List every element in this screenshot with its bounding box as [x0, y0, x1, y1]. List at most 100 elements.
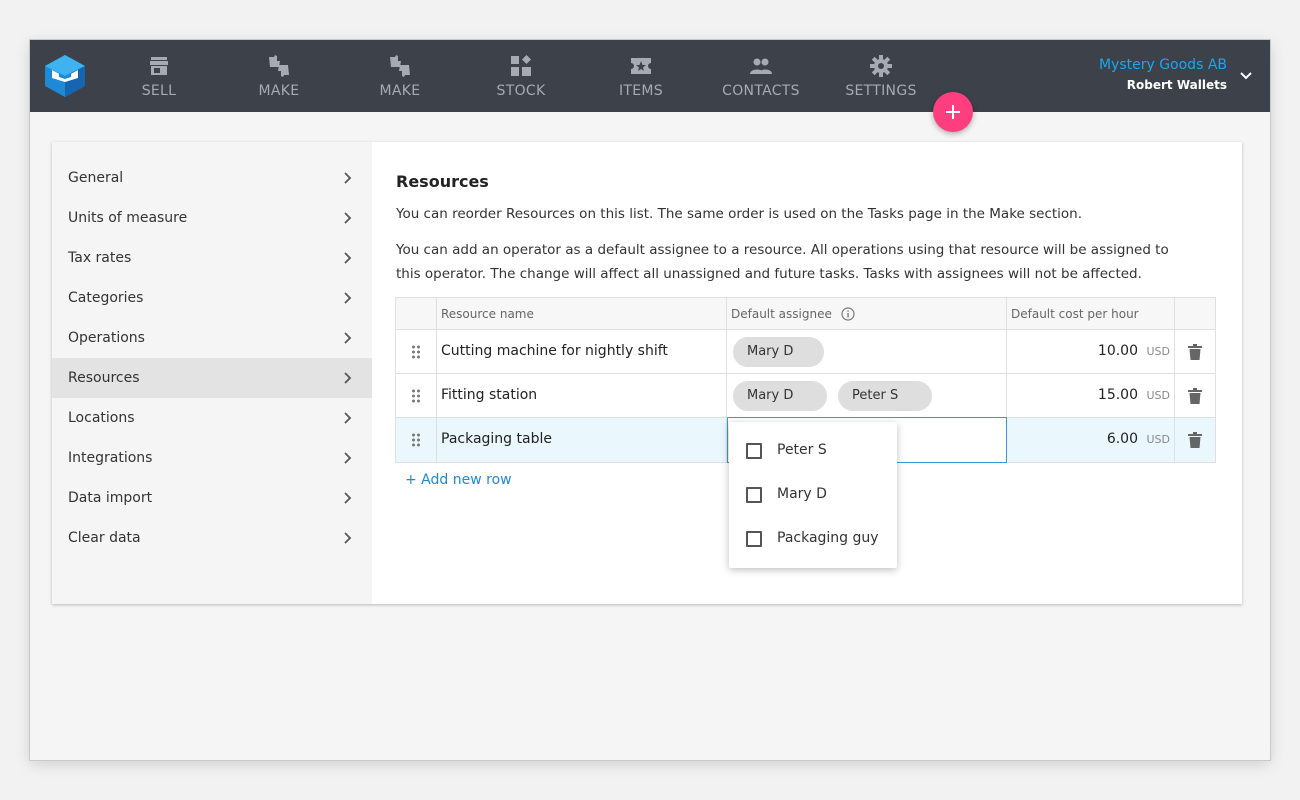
nav-items[interactable]: ITEMS [591, 40, 691, 112]
header-delete-cell [1175, 298, 1215, 329]
chevron-right-icon [344, 292, 352, 304]
app-window: SELL MAKE MAKE STOCK ITEMS CONTACTS SETT… [30, 40, 1270, 760]
chevron-down-icon[interactable] [1238, 68, 1254, 84]
assignee-cell[interactable]: Mary D Peter S [727, 374, 1007, 417]
checkbox[interactable] [746, 443, 762, 459]
resource-name-cell[interactable]: Fitting station [437, 374, 727, 417]
company-name[interactable]: Mystery Goods AB [1099, 57, 1227, 73]
cost-cell[interactable]: 15.00 USD [1007, 374, 1175, 417]
nav-label-make-2: MAKE [379, 83, 421, 99]
sidebar-item-label: Locations [68, 410, 135, 426]
people-icon [750, 58, 772, 74]
assignee-chip[interactable]: Mary D [733, 337, 824, 367]
nav-make-2[interactable]: MAKE [350, 40, 450, 112]
drag-handle-icon[interactable] [411, 345, 421, 359]
nav-label-stock: STOCK [496, 83, 546, 99]
cost-value: 15.00 [1097, 387, 1138, 403]
sidebar-item-tax-rates[interactable]: Tax rates [52, 238, 372, 278]
app-logo-icon[interactable] [45, 55, 85, 97]
cost-cell[interactable]: 10.00 USD [1007, 330, 1175, 373]
resource-name: Cutting machine for nightly shift [441, 343, 668, 359]
dropdown-option-packaging-guy[interactable]: Packaging guy [729, 517, 897, 561]
option-label: Mary D [777, 486, 827, 502]
resource-name: Packaging table [441, 431, 552, 447]
drag-handle-cell[interactable] [396, 418, 437, 462]
drag-handle-icon[interactable] [411, 433, 421, 447]
shop-icon [150, 57, 168, 75]
sidebar-item-label: General [68, 170, 124, 186]
trash-icon[interactable] [1188, 344, 1202, 360]
nav-label-items: ITEMS [619, 83, 663, 99]
currency-label: USD [1146, 389, 1170, 402]
trash-icon[interactable] [1188, 388, 1202, 404]
sidebar-item-label: Units of measure [68, 210, 188, 226]
trash-icon[interactable] [1188, 432, 1202, 448]
drag-handle-cell[interactable] [396, 374, 437, 417]
settings-card: General Units of measure Tax rates Categ… [52, 142, 1242, 604]
nav-stock[interactable]: STOCK [471, 40, 571, 112]
blocks-icon [511, 55, 531, 76]
delete-cell [1175, 330, 1215, 373]
header-default-assignee[interactable]: Default assignee [727, 298, 1007, 329]
chevron-right-icon [344, 212, 352, 224]
add-fab-button[interactable] [933, 92, 973, 132]
nav-contacts[interactable]: CONTACTS [711, 40, 811, 112]
sidebar-item-clear-data[interactable]: Clear data [52, 518, 372, 558]
info-icon[interactable] [841, 306, 855, 321]
sidebar-item-resources[interactable]: Resources [52, 358, 372, 398]
assignee-dropdown: Peter S Mary D Packaging guy [729, 422, 897, 568]
chevron-right-icon [344, 412, 352, 424]
sidebar-item-integrations[interactable]: Integrations [52, 438, 372, 478]
resource-name-cell[interactable]: Packaging table [437, 418, 727, 462]
resource-name-cell[interactable]: Cutting machine for nightly shift [437, 330, 727, 373]
cost-value: 10.00 [1097, 343, 1138, 359]
sidebar-item-label: Categories [68, 290, 144, 306]
nav-settings[interactable]: SETTINGS [831, 40, 931, 112]
assignee-chip[interactable]: Mary D [733, 381, 827, 411]
table-header-row: Resource name Default assignee Default c… [396, 298, 1215, 330]
description-reorder: You can reorder Resources on this list. … [396, 206, 1083, 222]
option-label: Peter S [777, 442, 827, 458]
sidebar-item-general[interactable]: General [52, 158, 372, 198]
chevron-right-icon [344, 492, 352, 504]
sidebar-item-label: Clear data [68, 530, 141, 546]
chevron-right-icon [344, 332, 352, 344]
sidebar-item-categories[interactable]: Categories [52, 278, 372, 318]
user-name[interactable]: Robert Wallets [1127, 78, 1227, 92]
drag-handle-icon[interactable] [411, 389, 421, 403]
assignee-chip[interactable]: Peter S [838, 381, 932, 411]
ticket-icon [631, 58, 651, 74]
thumbs-icon [390, 55, 410, 77]
sidebar-item-label: Integrations [68, 450, 153, 466]
drag-handle-cell[interactable] [396, 330, 437, 373]
dropdown-option-peter-s[interactable]: Peter S [729, 429, 897, 473]
resource-name: Fitting station [441, 387, 538, 403]
table-row[interactable]: Fitting station Mary D Peter S 15.00 USD [396, 374, 1215, 418]
nav-label-make: MAKE [258, 83, 300, 99]
checkbox[interactable] [746, 487, 762, 503]
add-new-row-button[interactable]: + Add new row [405, 472, 512, 488]
cost-cell[interactable]: 6.00 USD [1007, 418, 1175, 462]
dropdown-option-mary-d[interactable]: Mary D [729, 473, 897, 517]
header-label: Resource name [441, 307, 534, 321]
header-resource-name[interactable]: Resource name [437, 298, 727, 329]
assignee-cell[interactable]: Mary D [727, 330, 1007, 373]
sidebar-item-units-of-measure[interactable]: Units of measure [52, 198, 372, 238]
sidebar-item-data-import[interactable]: Data import [52, 478, 372, 518]
header-default-cost[interactable]: Default cost per hour [1007, 298, 1175, 329]
header-label: Default cost per hour [1011, 307, 1139, 321]
sidebar-item-label: Operations [68, 330, 145, 346]
gear-icon [870, 55, 892, 77]
thumbs-icon [269, 55, 289, 77]
nav-label-settings: SETTINGS [845, 83, 917, 99]
plus-icon [946, 105, 960, 119]
nav-sell[interactable]: SELL [109, 40, 209, 112]
table-row[interactable]: Cutting machine for nightly shift Mary D… [396, 330, 1215, 374]
sidebar-item-operations[interactable]: Operations [52, 318, 372, 358]
top-nav-bar: SELL MAKE MAKE STOCK ITEMS CONTACTS SETT… [30, 40, 1270, 112]
option-label: Packaging guy [777, 530, 879, 546]
sidebar-item-locations[interactable]: Locations [52, 398, 372, 438]
nav-make[interactable]: MAKE [229, 40, 329, 112]
header-label: Default assignee [731, 307, 832, 321]
checkbox[interactable] [746, 531, 762, 547]
